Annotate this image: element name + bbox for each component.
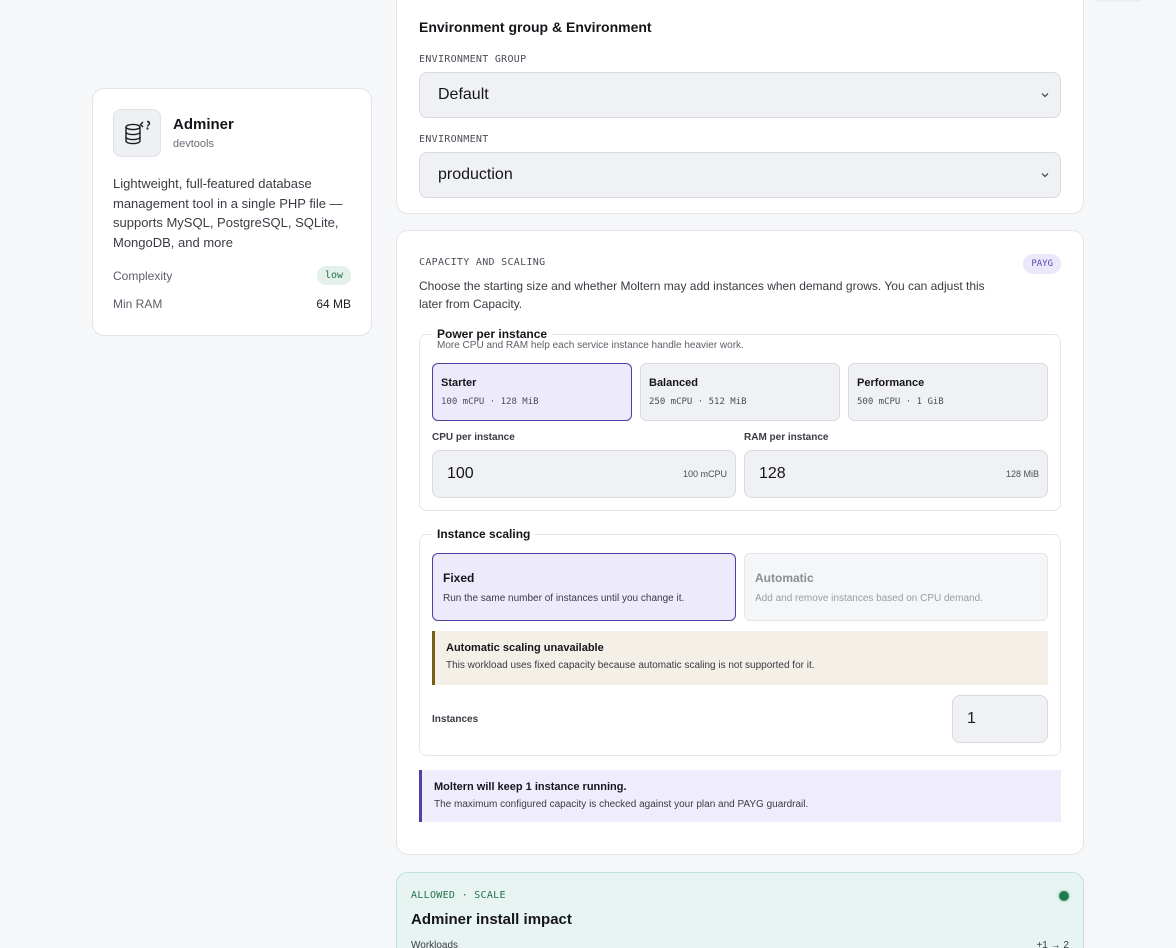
tier-name: Balanced	[649, 377, 698, 389]
instances-label: Instances	[432, 713, 479, 725]
scaling-modes: Fixed Run the same number of instances u…	[432, 553, 1048, 621]
chevron-down-icon	[1041, 173, 1049, 178]
cpu-input[interactable]: 100 100 mCPU	[432, 450, 736, 498]
capacity-panel: CAPACITY AND SCALING PAYG Choose the sta…	[396, 230, 1084, 855]
instances-input[interactable]: 1	[952, 695, 1048, 743]
app-description: Lightweight, full-featured database mana…	[113, 176, 343, 250]
resource-inputs: CPU per instance 100 100 mCPU RAM per in…	[432, 432, 1048, 498]
impact-row: Workloads +1 → 2	[411, 940, 1069, 948]
mode-desc: Add and remove instances based on CPU de…	[755, 593, 983, 604]
ram-unit: 128 MiB	[1005, 469, 1039, 479]
power-subtitle: More CPU and RAM help each service insta…	[437, 340, 744, 351]
impact-label: ALLOWED · SCALE	[411, 890, 506, 901]
note-title: Moltern will keep 1 instance running.	[434, 781, 627, 793]
tier-name: Starter	[441, 377, 477, 389]
app-header: Adminer devtools	[113, 109, 351, 157]
scaling-fixed-option[interactable]: Fixed Run the same number of instances u…	[432, 553, 736, 621]
capacity-label: CAPACITY AND SCALING	[419, 257, 546, 268]
tier-name: Performance	[857, 377, 925, 389]
app-name: Adminer	[173, 116, 234, 133]
power-title: Power per instance	[437, 327, 548, 341]
min-ram-row: Min RAM 64 MB	[113, 297, 351, 311]
capacity-note: Moltern will keep 1 instance running. Th…	[419, 770, 1061, 822]
cpu-input-wrapper: CPU per instance 100 100 mCPU	[432, 432, 736, 498]
environment-group-value: Default	[438, 86, 489, 103]
mode-name: Automatic	[755, 571, 814, 585]
instances-row: Instances 1	[432, 695, 1048, 743]
cpu-value: 100	[447, 465, 474, 482]
scaling-title: Instance scaling	[437, 527, 531, 541]
environment-panel: Environment group & Environment ENVIRONM…	[396, 0, 1084, 214]
warning-description: This workload uses fixed capacity becaus…	[446, 660, 815, 671]
ram-input-wrapper: RAM per instance 128 128 MiB	[744, 432, 1048, 498]
ram-input[interactable]: 128 128 MiB	[744, 450, 1048, 498]
impact-row-label: Workloads	[411, 940, 459, 948]
ram-label: RAM per instance	[744, 432, 829, 443]
tier-balanced-option[interactable]: Balanced 250 mCPU · 512 MiB	[640, 363, 840, 421]
power-per-instance-group: Power per instance More CPU and RAM help…	[419, 327, 1061, 511]
warning-title: Automatic scaling unavailable	[446, 642, 604, 654]
ram-value: 128	[759, 465, 786, 482]
mode-desc: Run the same number of instances until y…	[443, 593, 685, 604]
capacity-description: Choose the starting size and whether Mol…	[419, 279, 985, 311]
tier-spec: 100 mCPU · 128 MiB	[441, 397, 539, 407]
install-impact-panel: ALLOWED · SCALE Adminer install impact W…	[396, 872, 1084, 948]
cpu-label: CPU per instance	[432, 432, 515, 443]
environment-group-label: ENVIRONMENT GROUP	[419, 54, 527, 65]
tier-spec: 500 mCPU · 1 GiB	[857, 397, 944, 407]
tier-spec: 250 mCPU · 512 MiB	[649, 397, 747, 407]
environment-select[interactable]: production	[419, 152, 1061, 198]
environment-title: Environment group & Environment	[419, 19, 652, 35]
environment-value: production	[438, 166, 513, 183]
database-code-icon	[113, 109, 161, 157]
tier-options: Starter 100 mCPU · 128 MiB Balanced 250 …	[432, 363, 1048, 421]
tier-performance-option[interactable]: Performance 500 mCPU · 1 GiB	[848, 363, 1048, 421]
complexity-badge: low	[316, 266, 351, 285]
payg-badge: PAYG	[1023, 254, 1061, 274]
top-right-control	[1088, 0, 1148, 2]
chevron-down-icon	[1041, 93, 1049, 98]
mode-name: Fixed	[443, 571, 475, 585]
min-ram-value: 64 MB	[316, 297, 351, 311]
impact-title: Adminer install impact	[411, 911, 572, 928]
impact-row-value: +1 → 2	[1036, 940, 1069, 948]
capacity-header: CAPACITY AND SCALING PAYG	[419, 254, 1061, 274]
complexity-label: Complexity	[113, 268, 173, 283]
complexity-row: Complexity low	[113, 266, 351, 285]
environment-group-select[interactable]: Default	[419, 72, 1061, 118]
instance-scaling-group: Instance scaling Fixed Run the same numb…	[419, 527, 1061, 756]
autoscaling-warning: Automatic scaling unavailable This workl…	[432, 631, 1048, 685]
scaling-automatic-option: Automatic Add and remove instances based…	[744, 553, 1048, 621]
cpu-unit: 100 mCPU	[682, 469, 727, 479]
tier-starter-option[interactable]: Starter 100 mCPU · 128 MiB	[432, 363, 632, 421]
status-dot-icon	[1059, 891, 1069, 901]
min-ram-label: Min RAM	[113, 297, 163, 311]
app-category: devtools	[173, 138, 214, 150]
note-description: The maximum configured capacity is check…	[434, 799, 809, 810]
environment-label: ENVIRONMENT	[419, 134, 489, 145]
app-summary-card: Adminer devtools Lightweight, full-featu…	[92, 88, 372, 336]
